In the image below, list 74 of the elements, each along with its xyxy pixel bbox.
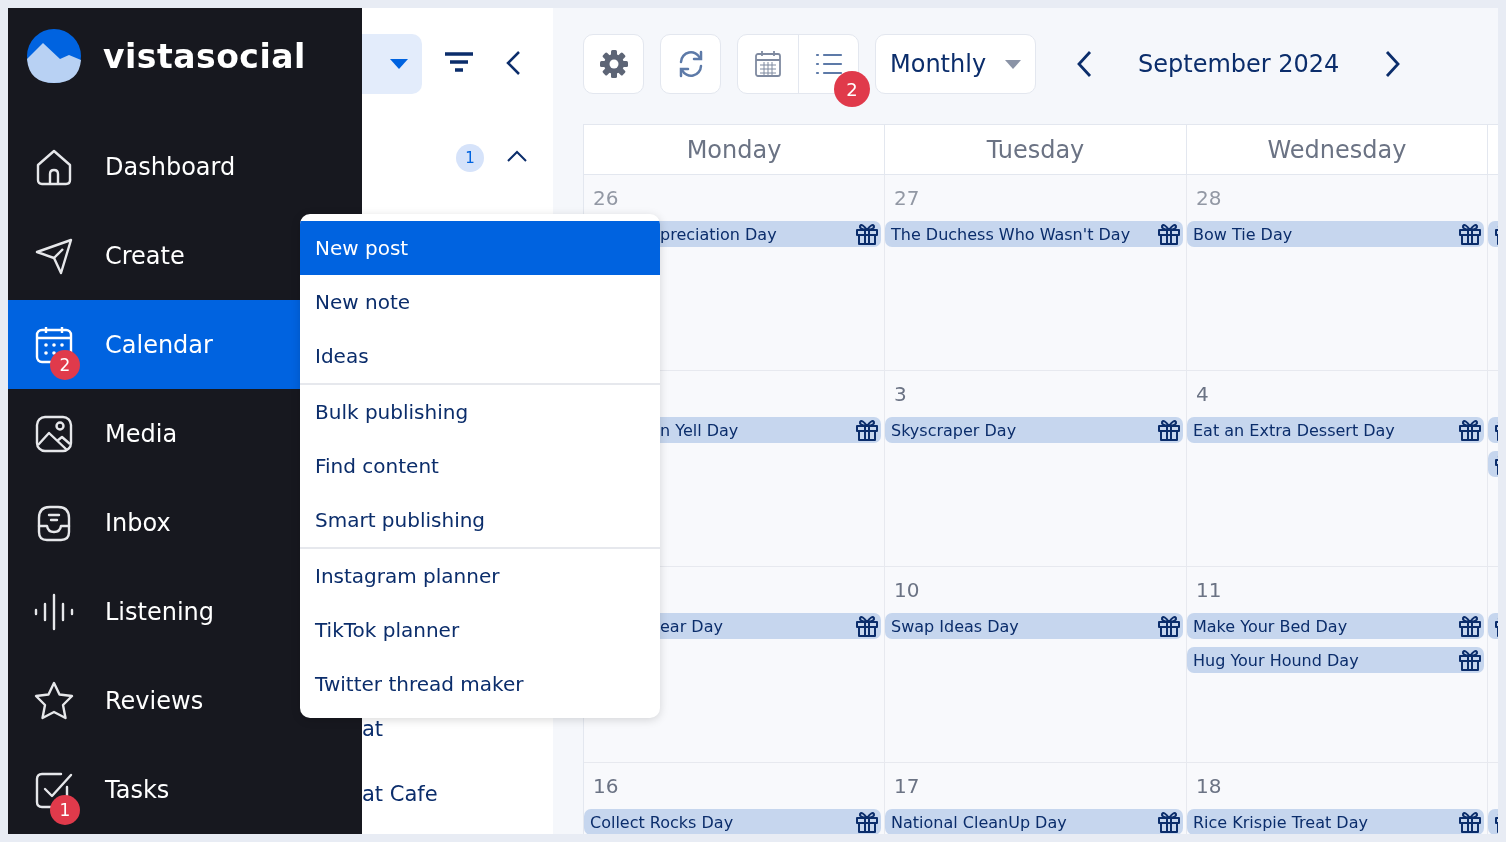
- list-icon: [814, 52, 843, 76]
- gear-icon: [598, 49, 629, 79]
- chevron-left-icon[interactable]: [505, 50, 521, 76]
- count-badge: 1: [456, 144, 484, 172]
- count-badge: 2: [834, 71, 870, 107]
- event-pill[interactable]: Bow Tie Day: [1187, 221, 1484, 247]
- day-number: 3: [894, 382, 907, 406]
- count-badge: 2: [50, 349, 80, 380]
- event-pill[interactable]: The Duchess Who Wasn't Day: [885, 221, 1183, 247]
- event-pill[interactable]: Swap Ideas Day: [885, 613, 1183, 639]
- day-number: 10: [894, 578, 920, 602]
- refresh-button[interactable]: [660, 34, 721, 94]
- nav-item[interactable]: Media: [8, 389, 300, 478]
- list-item-text[interactable]: at Cafe: [362, 782, 438, 806]
- event-pill[interactable]: Rice Krispie Treat Day: [1187, 809, 1484, 834]
- caret-icon: [390, 59, 408, 69]
- event-pill[interactable]: Collect Rocks Day: [584, 809, 881, 834]
- event-pill[interactable]: Skyscraper Day: [885, 417, 1183, 443]
- calendar-icon: [754, 50, 782, 78]
- gift-icon: [855, 810, 879, 834]
- event-pill[interactable]: Make Your Bed Day: [1187, 613, 1484, 639]
- event-pill[interactable]: Hug Your Hound Day: [1187, 647, 1484, 673]
- nav-item[interactable]: Reviews: [8, 656, 300, 745]
- month-title: September 2024: [1138, 50, 1340, 78]
- event-pill[interactable]: National CleanUp Day: [885, 809, 1183, 834]
- logo-icon: [27, 29, 81, 83]
- gift-icon: [1157, 222, 1181, 246]
- day-number: 11: [1196, 578, 1222, 602]
- dropdown-button[interactable]: [362, 34, 422, 94]
- day-number: 16: [593, 774, 619, 798]
- gift-icon: [855, 418, 879, 442]
- menu-item[interactable]: Smart publishing: [300, 493, 660, 547]
- weekday-header: Wednesday: [1187, 125, 1488, 175]
- view-dropdown[interactable]: Monthly: [875, 34, 1036, 94]
- list-item-text[interactable]: at: [362, 717, 384, 741]
- gift-icon: [855, 614, 879, 638]
- gift-icon: [1157, 614, 1181, 638]
- chevron-left-icon[interactable]: [1076, 50, 1092, 78]
- gift-icon: [1458, 418, 1482, 442]
- day-number: 27: [894, 186, 920, 210]
- weekday-header: Tuesday: [885, 125, 1187, 175]
- caret-icon: [1005, 59, 1021, 69]
- filter-icon[interactable]: [445, 52, 473, 72]
- nav-item[interactable]: Dashboard: [8, 122, 300, 211]
- menu-item[interactable]: Instagram planner: [300, 549, 660, 603]
- nav-item[interactable]: Listening: [8, 567, 300, 656]
- count-badge: 1: [50, 794, 80, 825]
- gift-icon: [855, 222, 879, 246]
- nav-item[interactable]: Create: [8, 211, 300, 300]
- chevron-up-icon[interactable]: [507, 150, 527, 162]
- day-number: 26: [593, 186, 619, 210]
- day-number: 4: [1196, 382, 1209, 406]
- day-number: 17: [894, 774, 920, 798]
- gift-icon: [1157, 418, 1181, 442]
- menu-item[interactable]: New post: [300, 221, 660, 275]
- nav-icon: [33, 679, 75, 722]
- menu-item[interactable]: Ideas: [300, 329, 660, 383]
- day-number: 18: [1196, 774, 1222, 798]
- settings-button[interactable]: [583, 34, 644, 94]
- gift-icon: [1458, 810, 1482, 834]
- nav-item[interactable]: 1 Tasks: [8, 745, 300, 834]
- weekday-header: Monday: [584, 125, 885, 175]
- nav-item[interactable]: Inbox: [8, 478, 300, 567]
- nav-item[interactable]: 2 Calendar: [8, 300, 300, 389]
- gift-icon: [1458, 614, 1482, 638]
- gift-icon: [1157, 810, 1181, 834]
- menu-item[interactable]: New note: [300, 275, 660, 329]
- chevron-right-icon[interactable]: [1385, 50, 1402, 78]
- brand-name: vistasocial: [103, 36, 306, 76]
- event-pill[interactable]: Eat an Extra Dessert Day: [1187, 417, 1484, 443]
- gift-icon: [1458, 648, 1482, 672]
- menu-item[interactable]: Twitter thread maker: [300, 657, 660, 711]
- day-number: 28: [1196, 186, 1222, 210]
- gift-icon: [1458, 222, 1482, 246]
